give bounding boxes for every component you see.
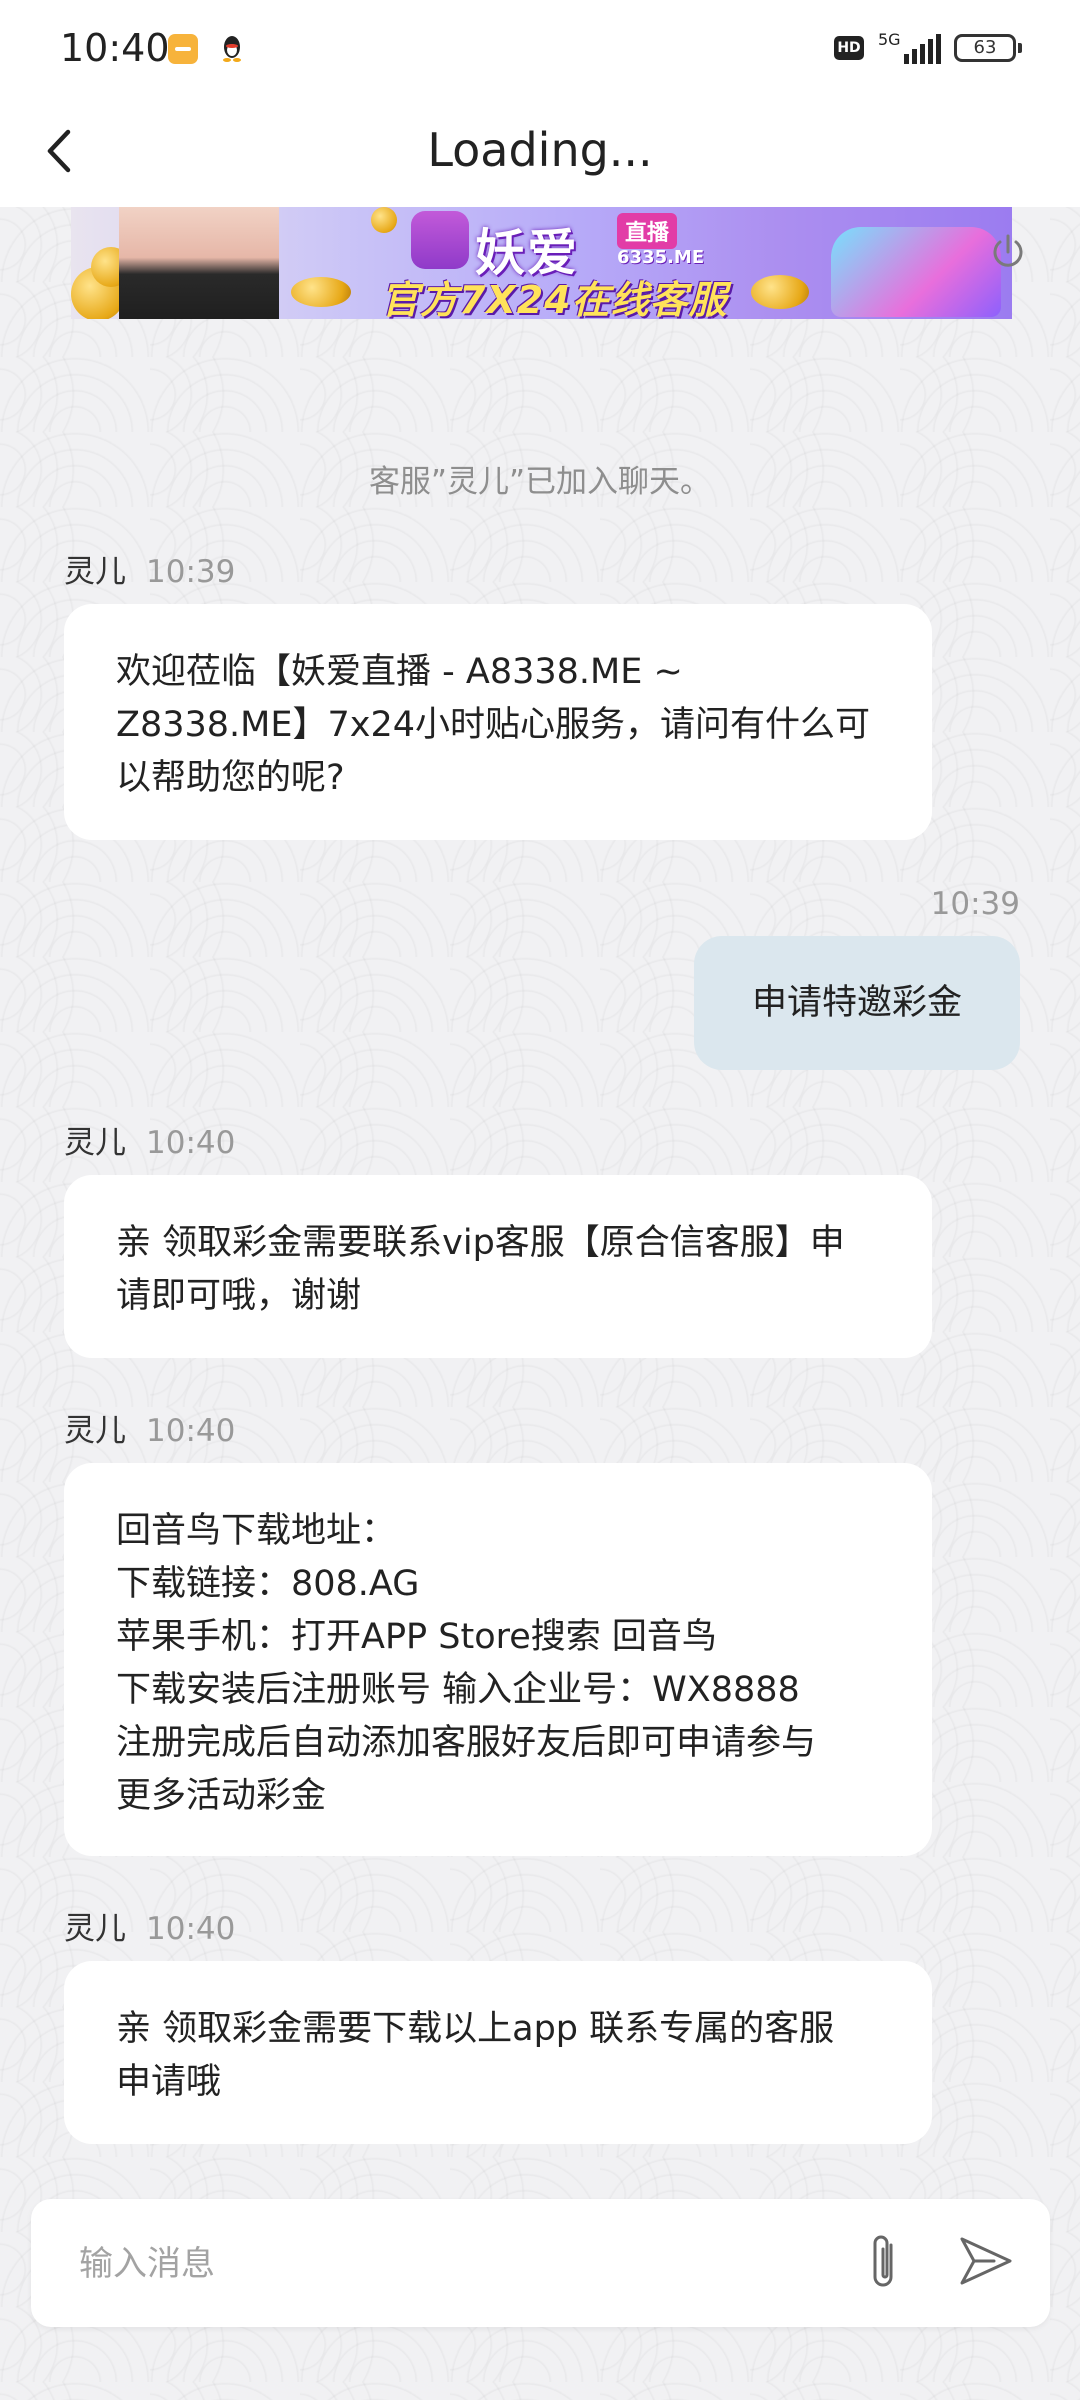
message-time: 10:40 bbox=[146, 1125, 236, 1161]
outgoing-message-bubble: 申请特邀彩金 bbox=[694, 936, 1020, 1070]
incoming-message-bubble: 亲 领取彩金需要下载以上app 联系专属的客服 申请哦 bbox=[64, 1961, 932, 2144]
battery-icon: 63 bbox=[954, 34, 1022, 62]
paperclip-icon[interactable] bbox=[857, 2231, 913, 2295]
sender-name: 灵儿 bbox=[64, 1413, 126, 1449]
message-composer bbox=[31, 2199, 1050, 2327]
signal-strength-icon bbox=[904, 34, 941, 64]
message-line: 欢迎莅临【妖爱直播 - A8338.ME ~ bbox=[116, 652, 683, 692]
message-input[interactable] bbox=[77, 2233, 841, 2295]
message-line: 亲 领取彩金需要联系vip客服【原合信客服】申 bbox=[116, 1223, 845, 1263]
message-time: 10:39 bbox=[146, 554, 236, 590]
incoming-message-bubble: 亲 领取彩金需要联系vip客服【原合信客服】申 请即可哦，谢谢 bbox=[64, 1175, 932, 1358]
banner-3d-graphic bbox=[831, 227, 1001, 317]
message-line: Z8338.ME】7x24小时贴心服务，请问有什么可 bbox=[116, 705, 871, 745]
send-icon[interactable] bbox=[954, 2229, 1018, 2293]
message-line: 苹果手机：打开APP Store搜索 回音鸟 bbox=[116, 1617, 717, 1657]
message-line: 下载安装后注册账号 输入企业号：WX8888 bbox=[116, 1670, 800, 1710]
message-time: 10:40 bbox=[146, 1413, 236, 1449]
outgoing-message-time: 10:39 bbox=[930, 886, 1020, 922]
message-line: 亲 领取彩金需要下载以上app 联系专属的客服 bbox=[116, 2009, 835, 2049]
message-meta: 灵儿 10:39 bbox=[64, 546, 235, 591]
incoming-message-bubble: 回音鸟下载地址： 下载链接：808.AG 苹果手机：打开APP Store搜索 … bbox=[64, 1463, 932, 1856]
message-line: 下载链接：808.AG bbox=[116, 1564, 420, 1604]
banner-live-badge: 直播 bbox=[617, 213, 678, 249]
message-notification-icon bbox=[168, 34, 198, 64]
message-meta: 灵儿 10:40 bbox=[64, 1117, 235, 1162]
message-line: 申请哦 bbox=[116, 2062, 222, 2102]
status-time: 10:40 bbox=[60, 26, 170, 70]
qq-penguin-icon bbox=[223, 36, 241, 62]
banner-domain: 6335.ME bbox=[617, 247, 705, 268]
message-line: 回音鸟下载地址： bbox=[116, 1511, 397, 1551]
message-line: 注册完成后自动添加客服好友后即可申请参与 bbox=[116, 1723, 817, 1763]
message-meta: 灵儿 10:40 bbox=[64, 1903, 235, 1948]
message-meta: 灵儿 10:40 bbox=[64, 1405, 235, 1450]
power-icon[interactable] bbox=[988, 232, 1028, 272]
message-line: 更多活动彩金 bbox=[116, 1776, 327, 1816]
system-notice: 客服”灵儿”已加入聊天。 bbox=[368, 464, 712, 500]
banner-logo-icon bbox=[411, 211, 469, 269]
sender-name: 灵儿 bbox=[64, 554, 126, 590]
message-time: 10:40 bbox=[146, 1911, 236, 1947]
hd-voice-icon: HD bbox=[834, 36, 864, 60]
sender-name: 灵儿 bbox=[64, 1911, 126, 1947]
app-header: Loading... bbox=[0, 96, 1080, 207]
incoming-message-bubble: 欢迎莅临【妖爱直播 - A8338.ME ~ Z8338.ME】7x24小时贴心… bbox=[64, 604, 932, 840]
banner-model-image bbox=[119, 207, 279, 319]
sender-name: 灵儿 bbox=[64, 1125, 126, 1161]
message-line: 以帮助您的呢? bbox=[116, 758, 345, 798]
banner-slogan: 官方7X24在线客服 bbox=[381, 278, 728, 319]
ad-banner[interactable]: 妖爱 直播 6335.ME 官方7X24在线客服 bbox=[71, 207, 1012, 319]
page-title: Loading... bbox=[427, 123, 653, 177]
message-line: 请即可哦，谢谢 bbox=[116, 1276, 362, 1316]
status-bar: 10:40 HD 5G 63 bbox=[0, 0, 1080, 96]
